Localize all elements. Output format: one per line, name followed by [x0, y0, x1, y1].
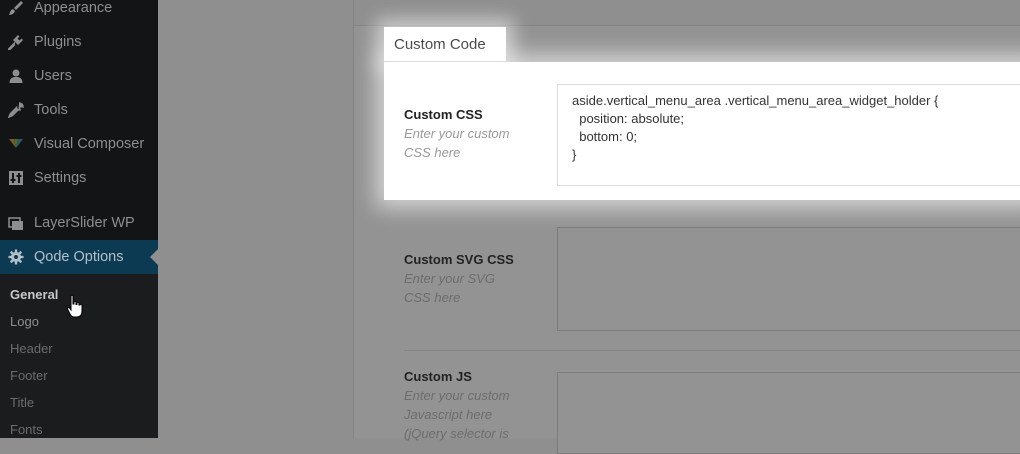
custom-js-label: Custom JS [404, 369, 472, 384]
panel-top-strip [354, 0, 1020, 26]
field-divider [404, 350, 1020, 351]
qode-options-submenu: General Logo Header Footer Title Fonts [0, 274, 158, 438]
sidebar-item-qode-options[interactable]: Qode Options [0, 240, 158, 274]
sidebar-item-label: Settings [34, 170, 87, 186]
sidebar-item-users[interactable]: Users [0, 59, 158, 93]
custom-css-field-row: Custom CSS Enter your custom CSS here as… [384, 62, 1020, 200]
custom-js-textarea[interactable] [557, 372, 1020, 454]
paintbrush-icon [7, 0, 25, 17]
custom-svg-css-textarea[interactable] [557, 227, 1020, 331]
submenu-item-general[interactable]: General [10, 287, 58, 302]
sidebar-item-label: Plugins [34, 34, 82, 50]
sidebar-item-appearance[interactable]: Appearance [0, 0, 158, 25]
visual-composer-icon [7, 135, 25, 153]
custom-svg-css-help: Enter your SVG CSS here [404, 271, 496, 305]
sidebar-item-settings[interactable]: Settings [0, 161, 158, 195]
custom-svg-css-label: Custom SVG CSS [404, 252, 514, 267]
sidebar-item-label: Tools [34, 102, 68, 118]
sidebar-item-label: LayerSlider WP [34, 215, 135, 231]
submenu-item-fonts[interactable]: Fonts [10, 422, 43, 437]
gear-icon [7, 248, 25, 266]
user-icon [7, 67, 25, 85]
admin-sidebar: Appearance Plugins Users Tools Visual Co… [0, 0, 158, 438]
hand-cursor-icon [66, 294, 83, 318]
sidebar-item-tools[interactable]: Tools [0, 93, 158, 127]
submenu-item-logo[interactable]: Logo [10, 314, 39, 329]
settings-icon [7, 169, 25, 187]
custom-css-textarea[interactable]: aside.vertical_menu_area .vertical_menu_… [557, 84, 1020, 186]
sidebar-item-visual-composer[interactable]: Visual Composer [0, 127, 158, 161]
custom-css-help: Enter your custom CSS here [404, 126, 510, 160]
sidebar-item-label: Visual Composer [34, 136, 145, 152]
submenu-item-header[interactable]: Header [10, 341, 53, 356]
layers-icon [7, 214, 25, 232]
sidebar-item-label: Qode Options [34, 249, 124, 265]
custom-css-label: Custom CSS [404, 107, 483, 122]
content-gutter [158, 0, 353, 438]
section-title-tab: Custom Code [384, 27, 506, 61]
plug-icon [7, 33, 25, 51]
sidebar-item-label: Appearance [34, 0, 113, 16]
sidebar-item-plugins[interactable]: Plugins [0, 25, 158, 59]
wrench-icon [7, 101, 25, 119]
sidebar-item-label: Users [34, 68, 72, 84]
custom-js-help: Enter your custom Javascript here (jQuer… [404, 388, 510, 441]
submenu-item-footer[interactable]: Footer [10, 368, 48, 383]
section-title: Custom Code [394, 35, 486, 53]
submenu-item-title[interactable]: Title [10, 395, 34, 410]
sidebar-item-layerslider[interactable]: LayerSlider WP [0, 206, 158, 240]
